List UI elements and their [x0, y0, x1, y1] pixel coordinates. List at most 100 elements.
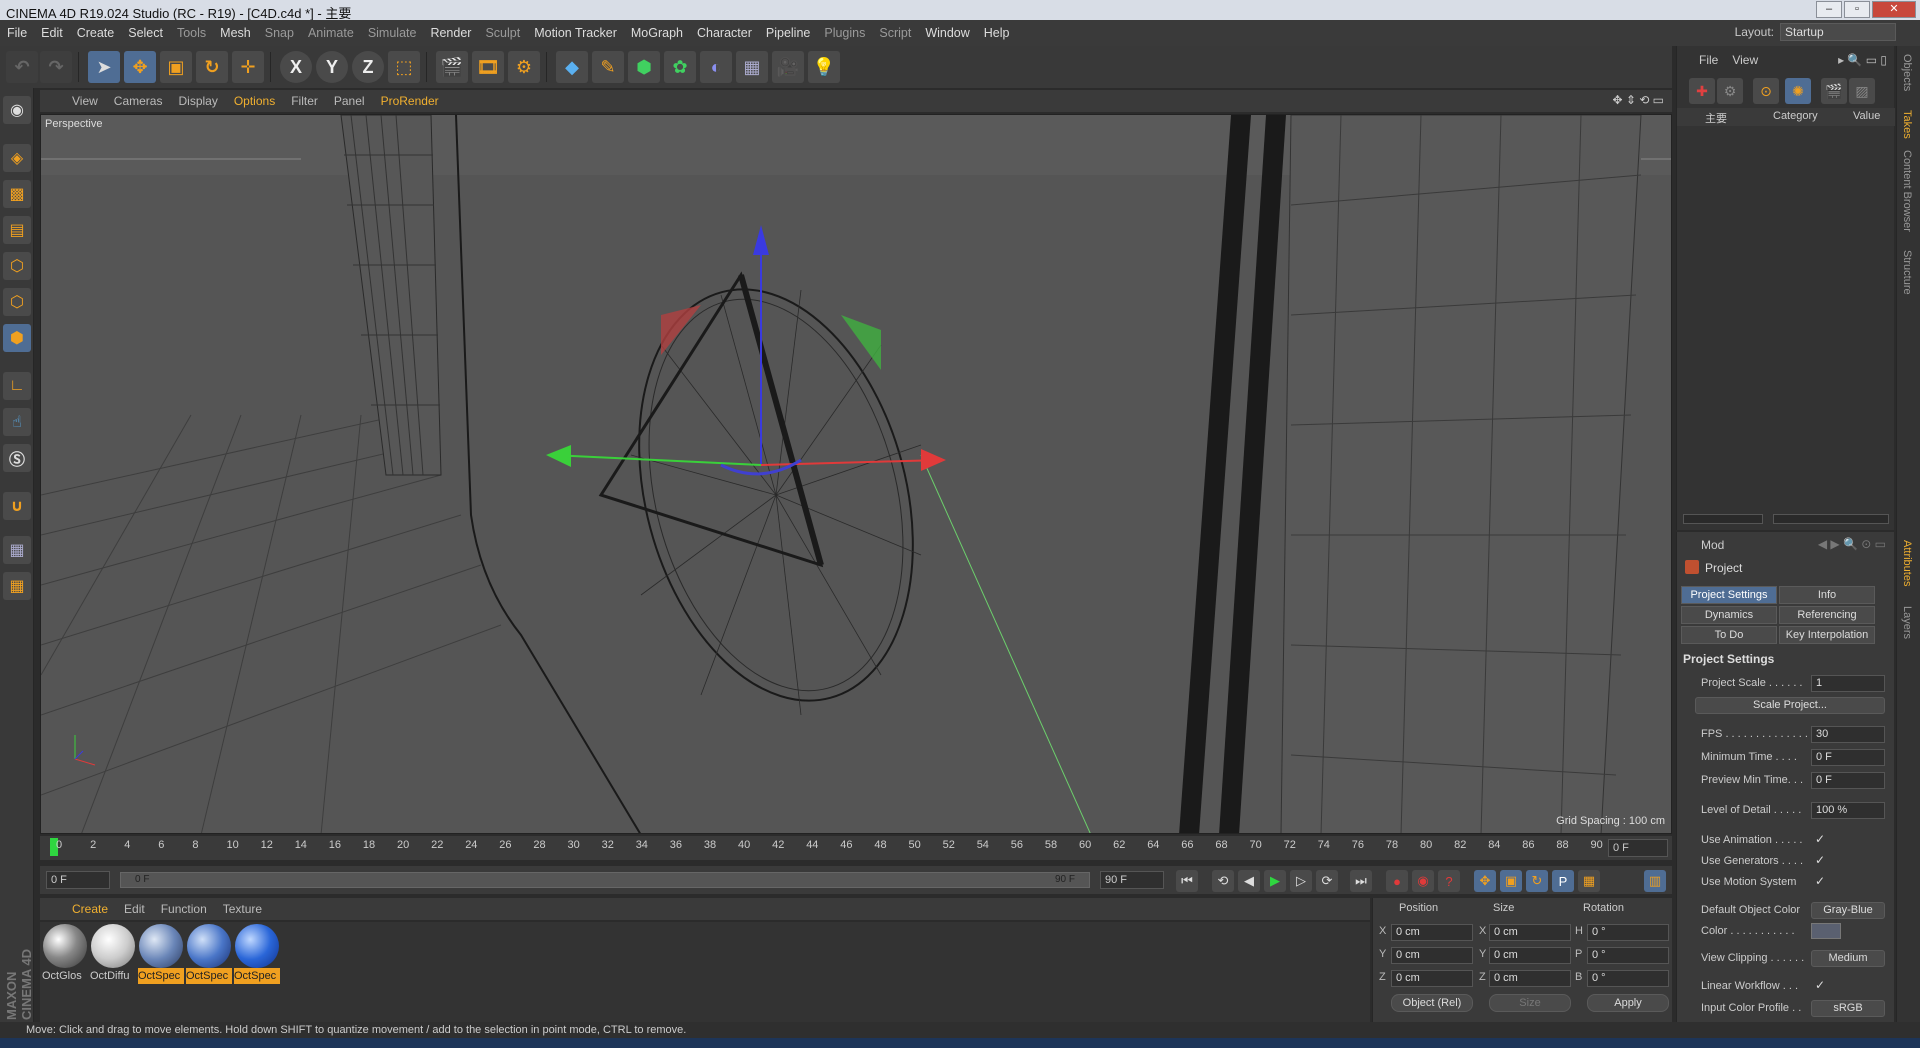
use-motion-checkbox[interactable]: ✓ — [1815, 874, 1825, 888]
menu-tools[interactable]: Tools — [170, 26, 213, 40]
redo-icon[interactable]: ↷ — [40, 51, 72, 83]
rot-h-field[interactable]: 0 ° — [1587, 924, 1669, 941]
axis-mode-icon[interactable]: ∟ — [3, 372, 31, 400]
size-y-field[interactable]: 0 cm — [1489, 947, 1571, 964]
make-editable-icon[interactable]: ◉ — [3, 96, 31, 124]
size-mode-dropdown[interactable]: Size — [1489, 994, 1571, 1012]
menu-plugins[interactable]: Plugins — [817, 26, 872, 40]
material-menu-edit[interactable]: Edit — [116, 902, 153, 916]
x-axis-lock[interactable]: X — [280, 51, 312, 83]
side-tab-structure[interactable]: Structure — [1901, 250, 1913, 295]
object-menu-icons[interactable]: ▸ 🔍 ▭ ▯ — [1838, 53, 1887, 67]
use-generators-checkbox[interactable]: ✓ — [1815, 853, 1825, 867]
play-icon[interactable]: ▶ — [1264, 870, 1286, 892]
color-swatch[interactable] — [1811, 923, 1841, 939]
tab-project-settings[interactable]: Project Settings — [1681, 586, 1777, 604]
rot-b-field[interactable]: 0 ° — [1587, 970, 1669, 987]
tab-to-do[interactable]: To Do — [1681, 626, 1777, 644]
light-icon[interactable]: 💡 — [808, 51, 840, 83]
preview-min-field[interactable]: 0 F — [1811, 772, 1885, 789]
material-menu-function[interactable]: Function — [153, 902, 215, 916]
coordinate-system-icon[interactable]: ⬚ — [388, 51, 420, 83]
tweak-mode-icon[interactable]: ☝ — [3, 408, 31, 436]
input-profile-dropdown[interactable]: sRGB — [1811, 1000, 1885, 1017]
attribute-nav-icons[interactable]: ◀ ▶ 🔍 ⊙ ▭ — [1818, 537, 1886, 551]
project-scale-field[interactable]: 1 — [1811, 675, 1885, 692]
z-axis-lock[interactable]: Z — [352, 51, 384, 83]
polygons-mode-icon[interactable]: ⬢ — [3, 324, 31, 352]
pos-y-field[interactable]: 0 cm — [1391, 947, 1473, 964]
material-swatch[interactable]: OctSpec — [138, 924, 184, 986]
menu-animate[interactable]: Animate — [301, 26, 361, 40]
points-mode-icon[interactable]: ⬡ — [3, 252, 31, 280]
object-menu-file[interactable]: File — [1699, 53, 1718, 67]
fps-field[interactable]: 30 — [1811, 726, 1885, 743]
menu-select[interactable]: Select — [121, 26, 170, 40]
scale-tool-icon[interactable]: ▣ — [160, 51, 192, 83]
menu-file[interactable]: File — [0, 26, 34, 40]
menu-render[interactable]: Render — [423, 26, 478, 40]
menu-motion-tracker[interactable]: Motion Tracker — [527, 26, 624, 40]
override-icon[interactable]: ⊙ — [1753, 78, 1779, 104]
menu-window[interactable]: Window — [918, 26, 976, 40]
apply-button[interactable]: Apply — [1587, 994, 1669, 1012]
viewport-menu-filter[interactable]: Filter — [283, 94, 326, 108]
model-mode-icon[interactable]: ◈ — [3, 144, 31, 172]
start-frame-field[interactable]: 0 F — [46, 871, 110, 889]
render-take-icon[interactable]: 🎬 — [1821, 78, 1847, 104]
tab-key-interpolation[interactable]: Key Interpolation — [1779, 626, 1875, 644]
lod-field[interactable]: 100 % — [1811, 802, 1885, 819]
tab-info[interactable]: Info — [1779, 586, 1875, 604]
y-axis-lock[interactable]: Y — [316, 51, 348, 83]
prev-key-icon[interactable]: ⟲ — [1212, 870, 1234, 892]
rotate-tool-icon[interactable]: ↻ — [196, 51, 228, 83]
side-tab-objects[interactable]: Objects — [1901, 54, 1913, 91]
menu-character[interactable]: Character — [690, 26, 759, 40]
perspective-viewport[interactable]: Perspective Grid Spacing : 100 cm — [40, 114, 1672, 834]
goto-end-icon[interactable]: ⏭ — [1350, 870, 1372, 892]
keyframe-selection-icon[interactable]: ? — [1438, 870, 1460, 892]
takes-clone-icon[interactable]: ⚙ — [1717, 78, 1743, 104]
undo-icon[interactable]: ↶ — [6, 51, 38, 83]
close-button[interactable]: ✕ — [1872, 1, 1916, 18]
material-menu-create[interactable]: Create — [64, 902, 116, 916]
menu-snap[interactable]: Snap — [258, 26, 301, 40]
maximize-button[interactable]: ▫ — [1844, 1, 1870, 18]
tab-dynamics[interactable]: Dynamics — [1681, 606, 1777, 624]
key-pla-icon[interactable]: ▦ — [1578, 870, 1600, 892]
material-swatch[interactable]: OctSpec — [234, 924, 280, 986]
horizontal-scrollbar[interactable] — [1773, 514, 1889, 524]
deformer-icon[interactable]: ◐ — [700, 51, 732, 83]
menu-pipeline[interactable]: Pipeline — [759, 26, 817, 40]
prev-frame-icon[interactable]: ◀ — [1238, 870, 1260, 892]
next-frame-icon[interactable]: ▷ — [1290, 870, 1312, 892]
cloner-icon[interactable]: ✿ — [664, 51, 696, 83]
render-settings-icon[interactable]: ⚙ — [508, 51, 540, 83]
texture-mode-icon[interactable]: ▩ — [3, 180, 31, 208]
pen-spline-icon[interactable]: ✎ — [592, 51, 624, 83]
side-tab-attributes[interactable]: Attributes — [1901, 540, 1913, 586]
live-selection-icon[interactable]: ✛ — [232, 51, 264, 83]
default-color-dropdown[interactable]: Gray-Blue — [1811, 902, 1885, 919]
menu-sculpt[interactable]: Sculpt — [478, 26, 527, 40]
next-key-icon[interactable]: ⟳ — [1316, 870, 1338, 892]
material-menu-texture[interactable]: Texture — [215, 902, 270, 916]
key-position-icon[interactable]: ✥ — [1474, 870, 1496, 892]
side-tab-content-browser[interactable]: Content Browser — [1901, 150, 1913, 232]
cube-icon[interactable]: ◆ — [556, 51, 588, 83]
key-scale-icon[interactable]: ▣ — [1500, 870, 1522, 892]
floor-icon[interactable]: ▦ — [736, 51, 768, 83]
viewport-nav-icons[interactable]: ✥ ⇕ ⟲ ▭ — [1612, 93, 1664, 107]
current-frame-field[interactable]: 0 F — [1608, 839, 1668, 857]
coordinate-mode-dropdown[interactable]: Object (Rel) — [1391, 994, 1473, 1012]
menu-help[interactable]: Help — [977, 26, 1017, 40]
key-param-icon[interactable]: P — [1552, 870, 1574, 892]
goto-start-icon[interactable]: ⏮ — [1176, 870, 1198, 892]
edges-mode-icon[interactable]: ⬡ — [3, 288, 31, 316]
size-x-field[interactable]: 0 cm — [1489, 924, 1571, 941]
viewport-menu-view[interactable]: View — [64, 94, 106, 108]
autokey-icon[interactable]: ◉ — [1412, 870, 1434, 892]
menu-simulate[interactable]: Simulate — [361, 26, 424, 40]
side-tab-layers[interactable]: Layers — [1901, 606, 1913, 639]
record-icon[interactable]: ● — [1386, 870, 1408, 892]
